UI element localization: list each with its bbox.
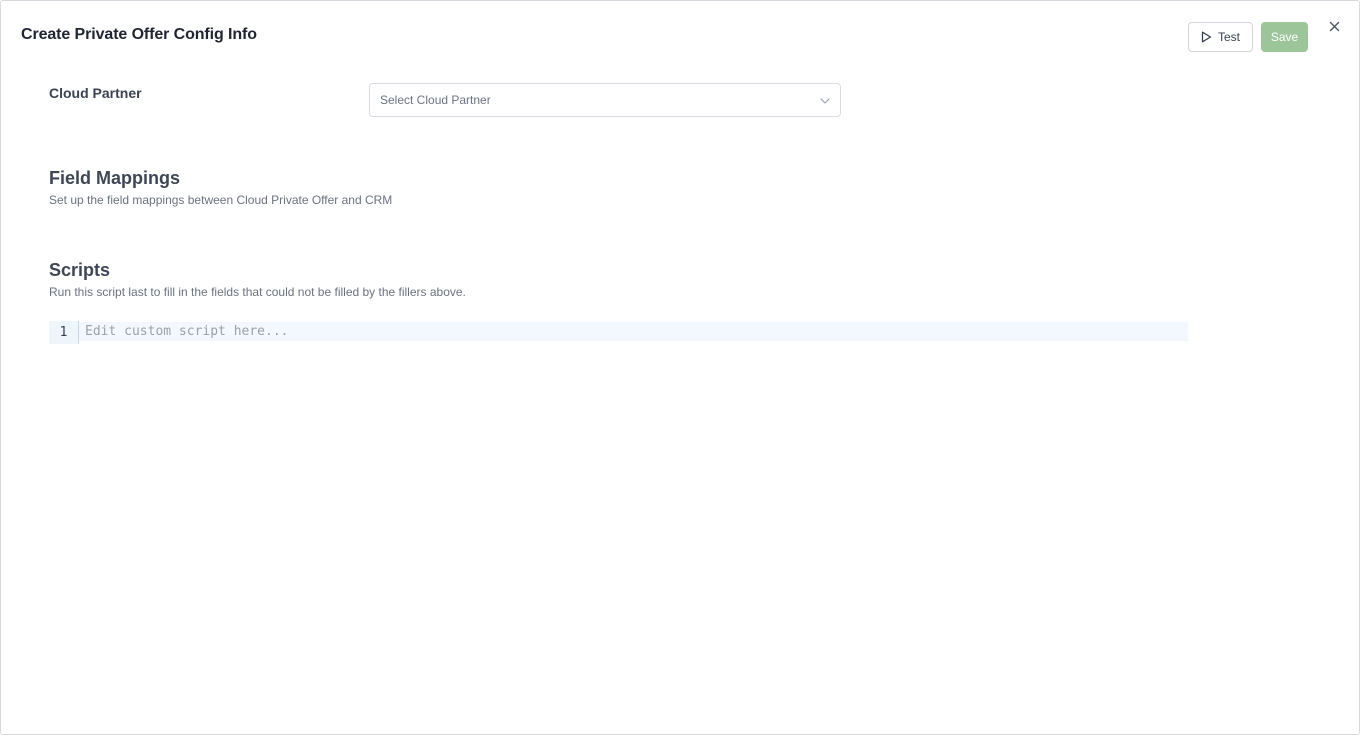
script-editor-placeholder[interactable]: Edit custom script here... <box>79 322 1188 341</box>
cloud-partner-label: Cloud Partner <box>49 85 142 101</box>
scripts-title: Scripts <box>49 260 111 280</box>
create-config-modal: Create Private Offer Config Info Test Sa… <box>0 0 1360 735</box>
modal-title: Create Private Offer Config Info <box>21 26 257 43</box>
script-editor[interactable]: 1 Edit custom script here... <box>49 321 1188 344</box>
line-number: 1 <box>49 321 79 344</box>
close-icon <box>1329 19 1340 37</box>
cloud-partner-select[interactable]: Select Cloud Partner <box>369 83 841 117</box>
play-icon <box>1201 31 1212 43</box>
save-button[interactable]: Save <box>1261 22 1308 52</box>
close-button[interactable] <box>1326 20 1342 36</box>
cloud-partner-placeholder: Select Cloud Partner <box>380 93 491 107</box>
save-button-label: Save <box>1270 30 1299 44</box>
test-button-label: Test <box>1217 30 1240 44</box>
field-mappings-title: Field Mappings <box>49 168 181 188</box>
scripts-description: Run this script last to fill in the fiel… <box>49 285 466 299</box>
test-button[interactable]: Test <box>1188 22 1253 52</box>
field-mappings-description: Set up the field mappings between Cloud … <box>49 193 393 207</box>
chevron-down-icon <box>820 93 830 107</box>
